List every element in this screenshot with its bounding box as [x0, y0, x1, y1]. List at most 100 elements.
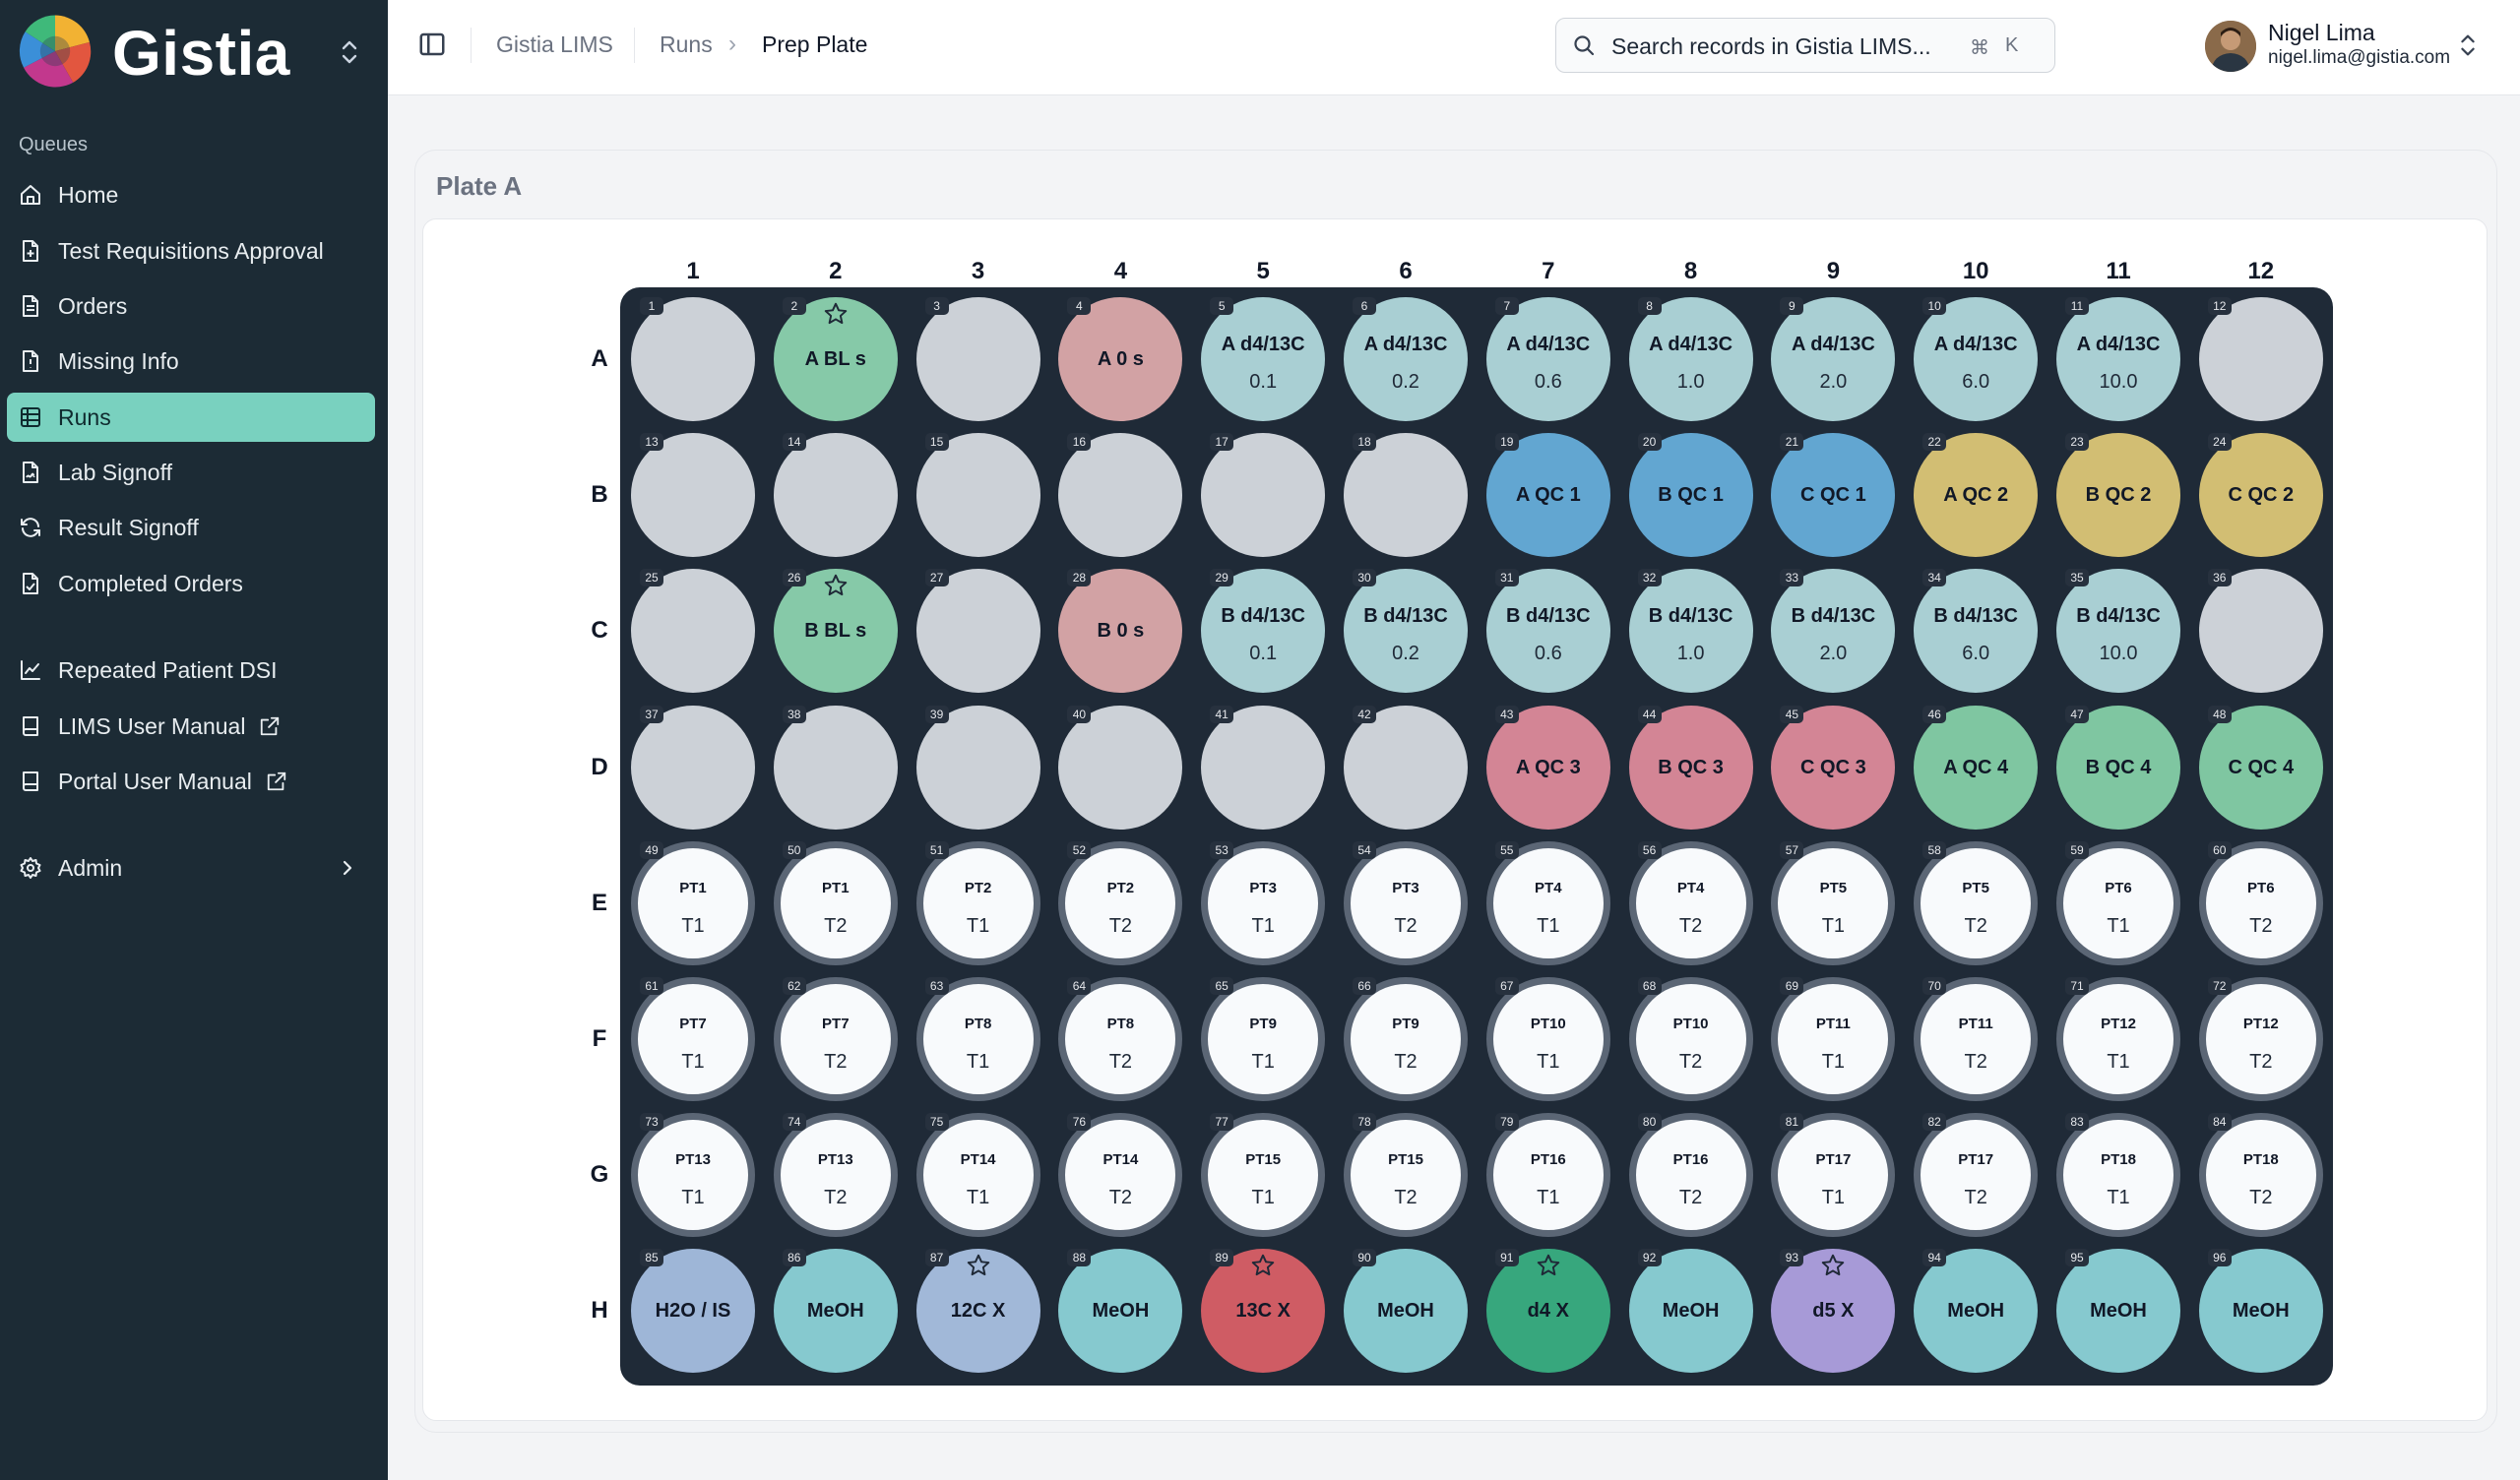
plate-well[interactable] [1201, 705, 1326, 830]
breadcrumb-gistia-lims[interactable]: Gistia LIMS [496, 31, 613, 58]
sidebar-item-completed-orders[interactable]: Completed Orders [7, 559, 375, 608]
plate-well[interactable] [631, 433, 755, 558]
plate-well[interactable]: B d4/13C 2.0 [1771, 569, 1896, 694]
plate-well[interactable]: MeOH [2056, 1249, 2180, 1374]
plate-well[interactable]: A QC 1 [1485, 433, 1610, 558]
star-icon[interactable] [823, 301, 849, 327]
plate-well[interactable]: C QC 2 [2198, 433, 2323, 558]
plate-well[interactable]: A d4/13C 0.2 [1344, 297, 1468, 421]
plate-well[interactable]: PT7 T2 [773, 977, 898, 1101]
plate-well[interactable] [631, 705, 755, 830]
plate-well[interactable]: C QC 3 [1771, 705, 1896, 830]
star-icon[interactable] [1250, 1253, 1276, 1278]
plate-well[interactable] [631, 297, 755, 421]
star-icon[interactable] [1820, 1253, 1846, 1278]
plate-well[interactable]: A d4/13C 10.0 [2056, 297, 2180, 421]
avatar[interactable] [2205, 21, 2256, 72]
plate-well[interactable]: C QC 1 [1771, 433, 1896, 558]
sidebar-item-runs[interactable]: Runs [7, 393, 375, 442]
plate-well[interactable]: A d4/13C 0.6 [1485, 297, 1610, 421]
plate-well[interactable]: PT8 T1 [915, 977, 1040, 1101]
plate-well[interactable]: PT1 T2 [773, 840, 898, 965]
plate-well[interactable]: B 0 s [1058, 569, 1183, 694]
plate-well[interactable]: C QC 4 [2198, 705, 2323, 830]
plate-well[interactable] [915, 433, 1040, 558]
plate-well[interactable]: B d4/13C 0.1 [1201, 569, 1326, 694]
plate-well[interactable]: PT17 T2 [1914, 1113, 2039, 1238]
plate-well[interactable]: PT13 T2 [773, 1113, 898, 1238]
plate-well[interactable]: PT14 T2 [1058, 1113, 1183, 1238]
sidebar-item-portal-user-manual[interactable]: Portal User Manual [7, 757, 375, 806]
plate-well[interactable]: B d4/13C 1.0 [1628, 569, 1753, 694]
sidebar-toggle-icon[interactable] [417, 30, 447, 59]
plate-well[interactable]: 13C X [1201, 1249, 1326, 1374]
plate-well[interactable] [915, 297, 1040, 421]
plate-well[interactable]: PT2 T1 [915, 840, 1040, 965]
plate-well[interactable] [915, 569, 1040, 694]
plate-well[interactable]: MeOH [1344, 1249, 1468, 1374]
plate-well[interactable]: PT11 T1 [1771, 977, 1896, 1101]
plate-well[interactable]: PT9 T2 [1344, 977, 1468, 1101]
plate-well[interactable]: PT14 T1 [915, 1113, 1040, 1238]
sidebar-item-admin[interactable]: Admin [7, 843, 375, 893]
plate-well[interactable]: PT6 T1 [2056, 840, 2180, 965]
sidebar-item-home[interactable]: Home [7, 170, 375, 219]
plate-well[interactable]: MeOH [1058, 1249, 1183, 1374]
plate-well[interactable]: PT3 T2 [1344, 840, 1468, 965]
plate-well[interactable]: A 0 s [1058, 297, 1183, 421]
plate-well[interactable]: A d4/13C 0.1 [1201, 297, 1326, 421]
plate-well[interactable]: PT18 T1 [2056, 1113, 2180, 1238]
plate-well[interactable]: PT16 T1 [1485, 1113, 1610, 1238]
star-icon[interactable] [1536, 1253, 1561, 1278]
plate-well[interactable]: A BL s [773, 297, 898, 421]
plate-well[interactable]: A QC 3 [1485, 705, 1610, 830]
plate-well[interactable]: PT18 T2 [2198, 1113, 2323, 1238]
plate-well[interactable]: PT4 T1 [1485, 840, 1610, 965]
plate-well[interactable]: A QC 4 [1914, 705, 2039, 830]
plate-well[interactable]: PT15 T1 [1201, 1113, 1326, 1238]
plate-well[interactable]: B QC 3 [1628, 705, 1753, 830]
plate-well[interactable]: H2O / IS [631, 1249, 755, 1374]
plate-well[interactable] [2198, 297, 2323, 421]
plate-well[interactable]: PT10 T2 [1628, 977, 1753, 1101]
plate-well[interactable]: PT9 T1 [1201, 977, 1326, 1101]
search-input[interactable]: Search records in Gistia LIMS... ⌘ K [1555, 18, 2055, 73]
plate-well[interactable]: PT2 T2 [1058, 840, 1183, 965]
sidebar-item-lab-signoff[interactable]: Lab Signoff [7, 448, 375, 497]
star-icon[interactable] [823, 573, 849, 598]
plate-well[interactable]: PT6 T2 [2198, 840, 2323, 965]
plate-well[interactable]: B d4/13C 0.2 [1344, 569, 1468, 694]
sidebar-item-missing-info[interactable]: Missing Info [7, 337, 375, 386]
plate-well[interactable]: PT15 T2 [1344, 1113, 1468, 1238]
plate-well[interactable]: 12C X [915, 1249, 1040, 1374]
plate-well[interactable]: A d4/13C 1.0 [1628, 297, 1753, 421]
plate-well[interactable]: PT12 T2 [2198, 977, 2323, 1101]
chevron-up-down-icon[interactable] [339, 37, 360, 67]
plate-well[interactable]: MeOH [2198, 1249, 2323, 1374]
plate-well[interactable] [1344, 433, 1468, 558]
plate-well[interactable]: PT16 T2 [1628, 1113, 1753, 1238]
plate-well[interactable]: PT5 T1 [1771, 840, 1896, 965]
plate-well[interactable] [1058, 433, 1183, 558]
plate-well[interactable]: A QC 2 [1914, 433, 2039, 558]
plate-well[interactable]: PT1 T1 [631, 840, 755, 965]
plate-well[interactable]: d5 X [1771, 1249, 1896, 1374]
plate-well[interactable]: PT10 T1 [1485, 977, 1610, 1101]
plate-well[interactable]: B QC 2 [2056, 433, 2180, 558]
sidebar-item-lims-user-manual[interactable]: LIMS User Manual [7, 702, 375, 751]
plate-well[interactable]: MeOH [1628, 1249, 1753, 1374]
plate-well[interactable] [1201, 433, 1326, 558]
plate-well[interactable]: B d4/13C 10.0 [2056, 569, 2180, 694]
breadcrumb-runs[interactable]: Runs [660, 31, 713, 58]
plate-well[interactable] [2198, 569, 2323, 694]
plate-well[interactable] [631, 569, 755, 694]
plate-well[interactable]: d4 X [1485, 1249, 1610, 1374]
plate-well[interactable]: B QC 4 [2056, 705, 2180, 830]
plate-well[interactable]: PT4 T2 [1628, 840, 1753, 965]
gistia-logo-icon[interactable] [18, 14, 93, 89]
sidebar-item-test-requisitions-approval[interactable]: Test Requisitions Approval [7, 226, 375, 276]
plate-well[interactable]: PT5 T2 [1914, 840, 2039, 965]
plate-well[interactable]: PT12 T1 [2056, 977, 2180, 1101]
plate-well[interactable]: MeOH [1914, 1249, 2039, 1374]
star-icon[interactable] [966, 1253, 991, 1278]
